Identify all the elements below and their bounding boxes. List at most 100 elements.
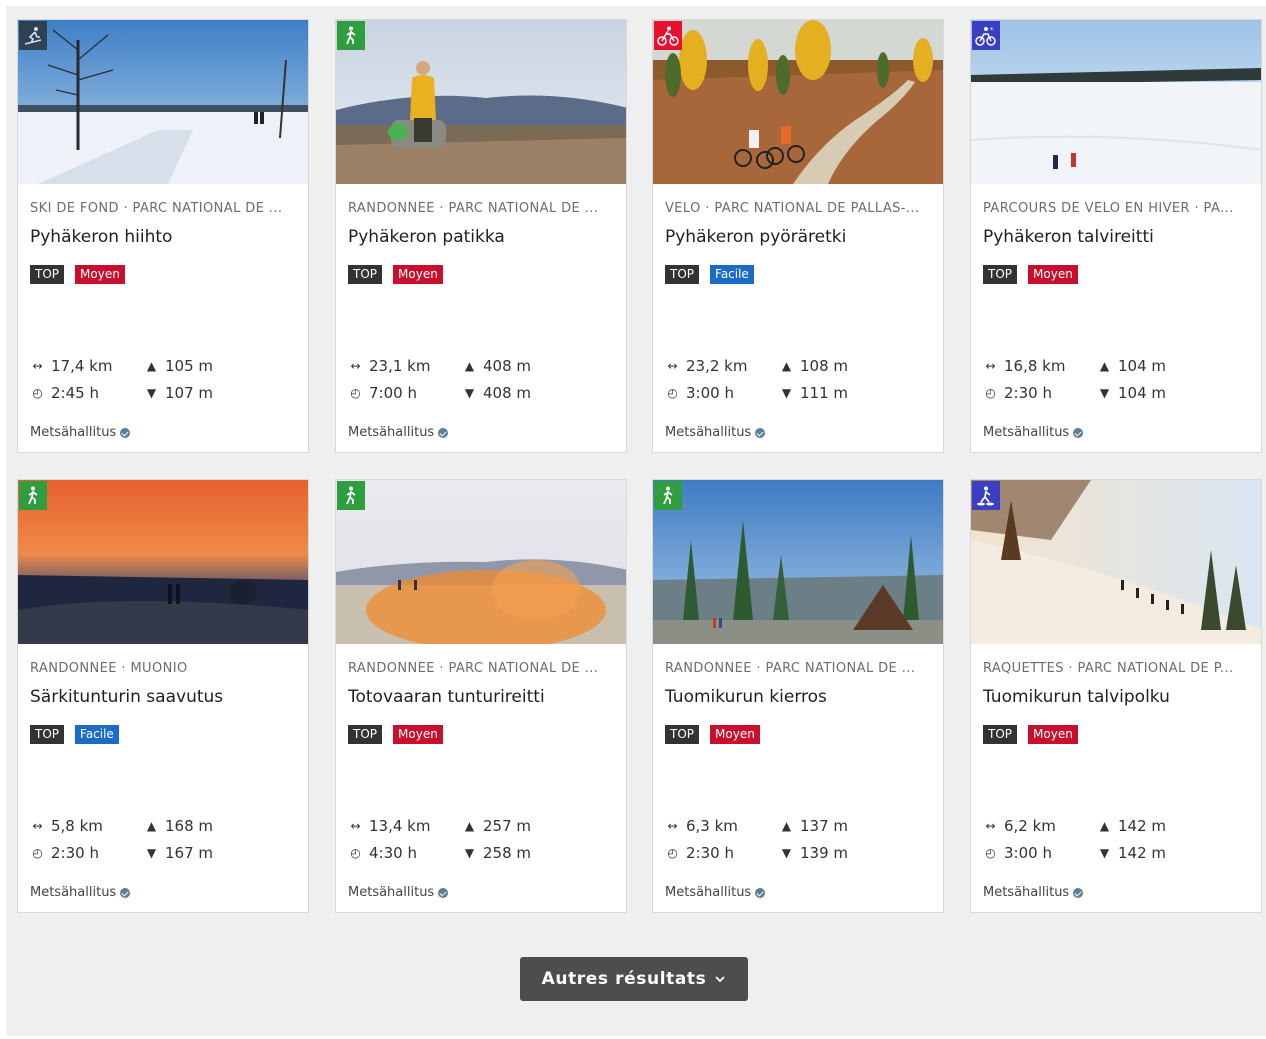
ascent-stat: ▲ 168 m xyxy=(144,817,213,835)
distance-icon: ↔ xyxy=(350,819,361,833)
descent-icon: ▼ xyxy=(464,386,475,400)
tour-tags: TOP Moyen xyxy=(983,265,1078,284)
tour-title[interactable]: Särkitunturin saavutus xyxy=(30,687,223,707)
descent-icon: ▼ xyxy=(1099,386,1110,400)
tour-title[interactable]: Pyhäkeron pyöräretki xyxy=(665,227,846,247)
tour-card[interactable]: RAQUETTES · PARC NATIONAL DE P... Tuomik… xyxy=(970,479,1262,913)
clock-icon: ◴ xyxy=(350,846,361,860)
distance-icon: ↔ xyxy=(667,359,678,373)
descent-stat: ▼ 408 m xyxy=(462,384,531,402)
tour-title[interactable]: Totovaaran tunturireitti xyxy=(348,687,545,707)
duration-stat: ◴ 7:00 h xyxy=(348,384,417,402)
tour-tags: TOP Facile xyxy=(665,265,754,284)
tour-source[interactable]: Metsähallitus xyxy=(30,425,131,440)
descent-icon: ▼ xyxy=(781,846,792,860)
tour-source[interactable]: Metsähallitus xyxy=(30,885,131,900)
tour-card[interactable]: RANDONNÉE · PARC NATIONAL DE ... Totovaa… xyxy=(335,479,627,913)
tour-image[interactable] xyxy=(653,480,943,644)
descent-icon: ▼ xyxy=(146,386,157,400)
tour-image[interactable] xyxy=(336,480,626,644)
difficulty-badge: Moyen xyxy=(710,725,760,744)
tour-card[interactable]: RANDONNÉE · PARC NATIONAL DE ... Pyhäker… xyxy=(335,19,627,453)
difficulty-badge: Moyen xyxy=(1028,265,1078,284)
distance-icon: ↔ xyxy=(32,819,43,833)
tour-card[interactable]: VÉLO · PARC NATIONAL DE PALLAS-... Pyhäk… xyxy=(652,19,944,453)
descent-icon: ▼ xyxy=(146,846,157,860)
clock-icon: ◴ xyxy=(985,386,996,400)
tour-category: PARCOURS DE VÉLO EN HIVER · PA... xyxy=(983,201,1234,216)
difficulty-badge: Facile xyxy=(710,265,754,284)
verified-icon xyxy=(438,887,449,898)
tour-source[interactable]: Metsähallitus xyxy=(983,885,1084,900)
top-badge: TOP xyxy=(348,725,383,744)
ascent-stat: ▲ 104 m xyxy=(1097,357,1166,375)
tour-source[interactable]: Metsähallitus xyxy=(665,425,766,440)
activity-badge xyxy=(654,21,682,50)
tour-title[interactable]: Pyhäkeron patikka xyxy=(348,227,505,247)
descent-stat: ▼ 104 m xyxy=(1097,384,1166,402)
duration-stat: ◴ 3:00 h xyxy=(983,844,1052,862)
tour-title[interactable]: Pyhäkeron hiihto xyxy=(30,227,172,247)
cross-country-ski-icon xyxy=(24,26,42,45)
tour-image[interactable] xyxy=(971,480,1261,644)
tour-card[interactable]: SKI DE FOND · PARC NATIONAL DE ... Pyhäk… xyxy=(17,19,309,453)
ascent-stat: ▲ 108 m xyxy=(779,357,848,375)
clock-icon: ◴ xyxy=(350,386,361,400)
tour-tags: TOP Moyen xyxy=(348,725,443,744)
ascent-stat: ▲ 105 m xyxy=(144,357,213,375)
verified-icon xyxy=(120,887,131,898)
descent-stat: ▼ 142 m xyxy=(1097,844,1166,862)
distance-stat: ↔ 6,2 km xyxy=(983,817,1055,835)
verified-icon xyxy=(1073,427,1084,438)
descent-icon: ▼ xyxy=(1099,846,1110,860)
ascent-icon: ▲ xyxy=(146,359,157,373)
more-results-button[interactable]: Autres résultats xyxy=(520,957,748,1001)
ascent-stat: ▲ 137 m xyxy=(779,817,848,835)
tour-image[interactable]: * xyxy=(971,20,1261,184)
tour-tags: TOP Facile xyxy=(30,725,119,744)
top-badge: TOP xyxy=(983,725,1018,744)
tour-image[interactable] xyxy=(18,20,308,184)
duration-stat: ◴ 4:30 h xyxy=(348,844,417,862)
distance-icon: ↔ xyxy=(985,359,996,373)
clock-icon: ◴ xyxy=(32,386,43,400)
descent-stat: ▼ 258 m xyxy=(462,844,531,862)
tour-title[interactable]: Pyhäkeron talvireitti xyxy=(983,227,1154,247)
activity-badge xyxy=(19,481,47,510)
tour-card[interactable]: RANDONNÉE · PARC NATIONAL DE ... Tuomiku… xyxy=(652,479,944,913)
tour-title[interactable]: Tuomikurun kierros xyxy=(665,687,827,707)
tour-image[interactable] xyxy=(336,20,626,184)
descent-icon: ▼ xyxy=(781,386,792,400)
clock-icon: ◴ xyxy=(32,846,43,860)
tour-image[interactable] xyxy=(653,20,943,184)
distance-stat: ↔ 23,1 km xyxy=(348,357,430,375)
activity-badge: * xyxy=(972,21,1000,50)
tour-image[interactable] xyxy=(18,480,308,644)
ascent-icon: ▲ xyxy=(146,819,157,833)
descent-stat: ▼ 139 m xyxy=(779,844,848,862)
hiking-icon xyxy=(346,26,356,44)
top-badge: TOP xyxy=(983,265,1018,284)
tour-card[interactable]: RANDONNÉE · MUONIO Särkitunturin saavutu… xyxy=(17,479,309,913)
ascent-stat: ▲ 408 m xyxy=(462,357,531,375)
top-badge: TOP xyxy=(348,265,383,284)
tour-category: RAQUETTES · PARC NATIONAL DE P... xyxy=(983,661,1234,676)
tour-source[interactable]: Metsähallitus xyxy=(983,425,1084,440)
distance-stat: ↔ 5,8 km xyxy=(30,817,102,835)
descent-icon: ▼ xyxy=(464,846,475,860)
distance-icon: ↔ xyxy=(32,359,43,373)
tour-title[interactable]: Tuomikurun talvipolku xyxy=(983,687,1170,707)
tour-source[interactable]: Metsähallitus xyxy=(348,885,449,900)
ascent-icon: ▲ xyxy=(464,819,475,833)
descent-stat: ▼ 107 m xyxy=(144,384,213,402)
tour-card[interactable]: * PARCOURS DE VÉLO EN HIVER · PA... Pyhä… xyxy=(970,19,1262,453)
top-badge: TOP xyxy=(665,725,700,744)
distance-stat: ↔ 23,2 km xyxy=(665,357,747,375)
clock-icon: ◴ xyxy=(985,846,996,860)
tour-source[interactable]: Metsähallitus xyxy=(665,885,766,900)
tour-source[interactable]: Metsähallitus xyxy=(348,425,449,440)
verified-icon xyxy=(755,427,766,438)
difficulty-badge: Moyen xyxy=(393,265,443,284)
activity-badge xyxy=(654,481,682,510)
cycling-icon xyxy=(657,26,679,46)
